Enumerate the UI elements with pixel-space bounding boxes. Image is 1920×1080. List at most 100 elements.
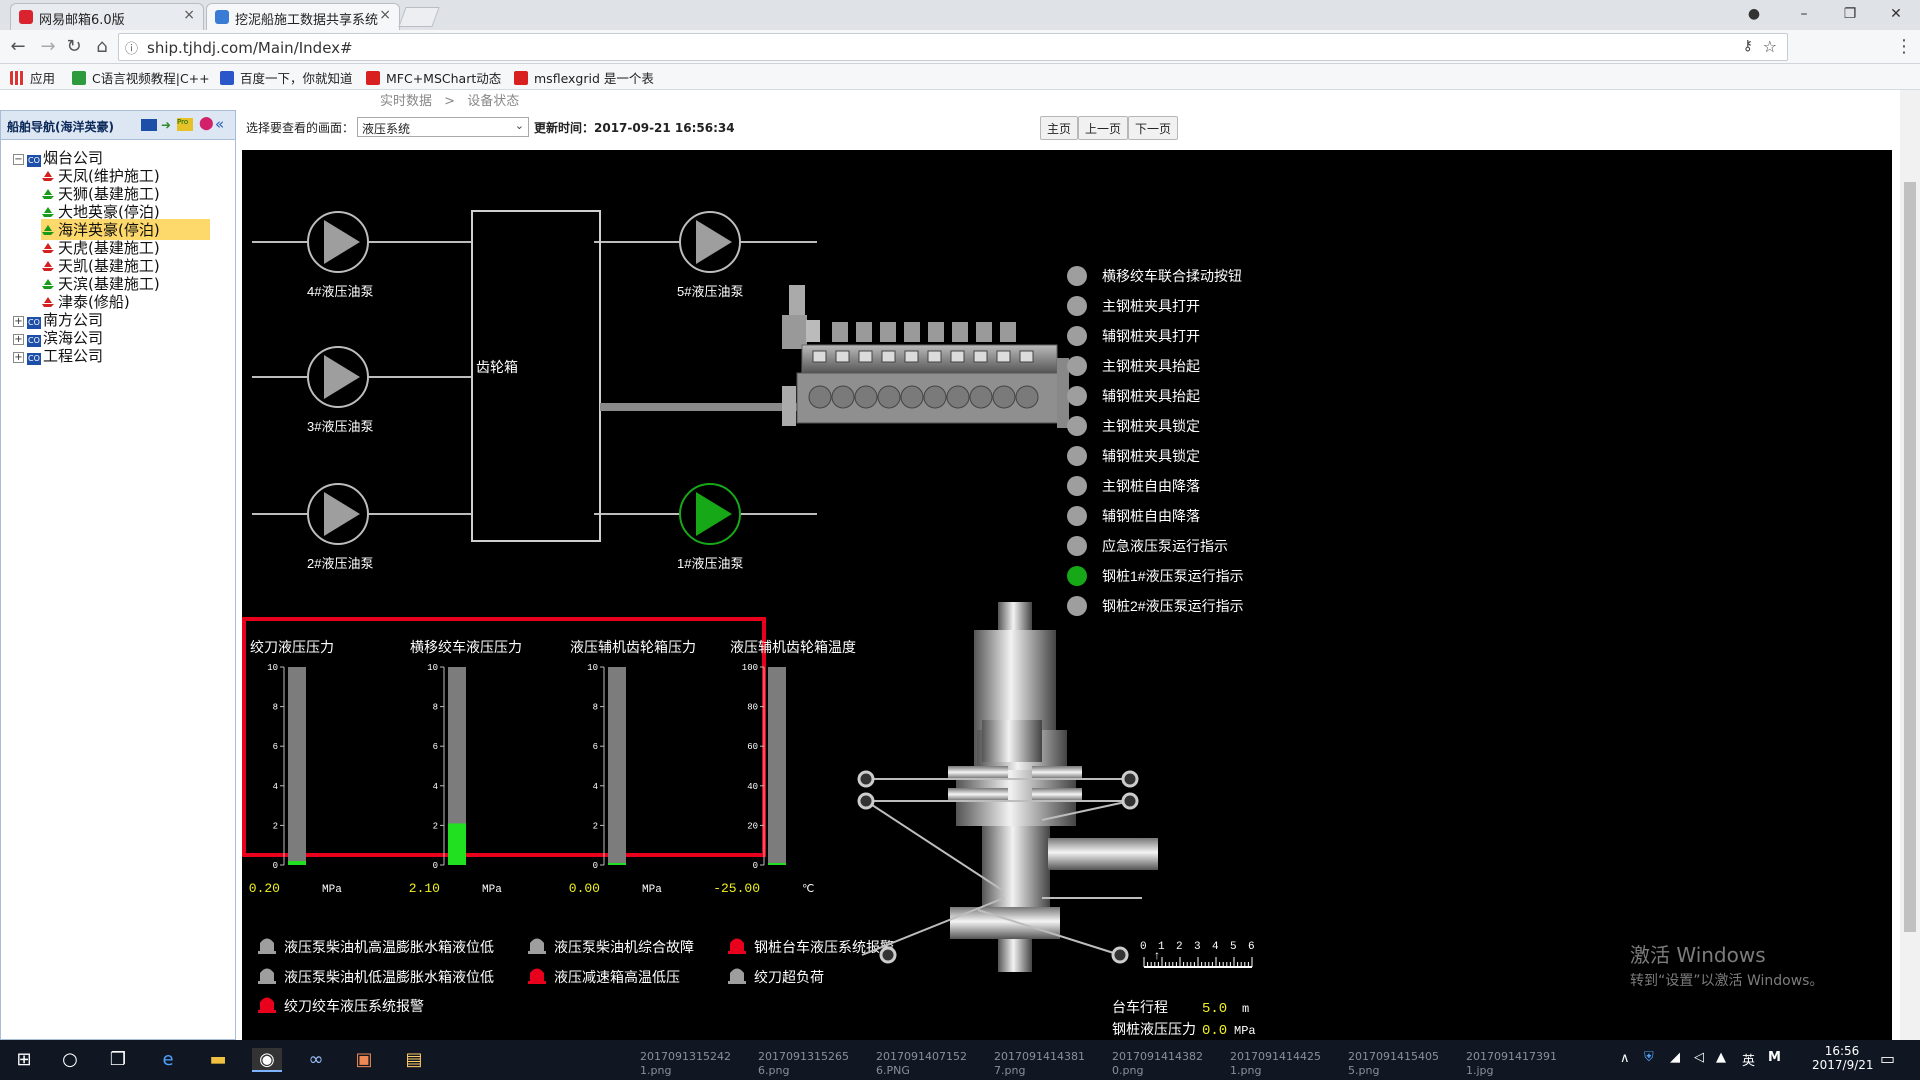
profile-icon[interactable]: ● xyxy=(1734,2,1774,26)
bookmark-msflexgrid[interactable]: msflexgrid 是一个表 xyxy=(514,68,654,87)
back-button[interactable]: ← xyxy=(6,36,30,58)
sidebar-title: 船舶导航(海洋英豪) xyxy=(7,120,114,134)
chrome-icon[interactable]: ◉ xyxy=(252,1048,282,1072)
collapse-icon[interactable]: « xyxy=(215,115,224,133)
gauge-fill xyxy=(448,823,466,865)
reload-button[interactable]: ↻ xyxy=(62,36,86,58)
scrollbar-thumb[interactable] xyxy=(1904,182,1916,932)
search-icon[interactable]: ○ xyxy=(58,1048,82,1072)
travel-value: 5.0 xyxy=(1202,1001,1227,1017)
ime-mode-icon[interactable]: M xyxy=(1768,1050,1781,1065)
restore-button[interactable]: ❐ xyxy=(1830,2,1870,26)
taskbar-file-item[interactable]: 2017091315265 6.png xyxy=(758,1050,849,1078)
close-window-button[interactable]: ✕ xyxy=(1876,2,1916,26)
scale-tick-label: 6 xyxy=(1248,941,1255,953)
key-icon[interactable]: ⚷ xyxy=(1743,38,1753,54)
gauge-tick-label: 2 xyxy=(433,821,438,831)
volume-icon[interactable]: ◁ xyxy=(1694,1050,1704,1065)
screen-select[interactable]: 液压系统 ⌄ xyxy=(357,117,529,137)
gauge-tick-label: 0 xyxy=(593,861,598,871)
taskbar-file-item[interactable]: 2017091414382 0.png xyxy=(1112,1050,1203,1078)
bookmark-apps[interactable]: 应用 xyxy=(10,68,55,87)
pressure-label: 钢桩液压压力 xyxy=(1112,1021,1196,1037)
breadcrumb-separator: > xyxy=(444,94,456,109)
pump-3[interactable]: 2#液压油泵 xyxy=(307,483,373,571)
location-pin-icon[interactable]: ⬤ xyxy=(199,116,214,131)
gauge-tick-label: 80 xyxy=(747,703,758,713)
tray-chevron-icon[interactable]: ∧ xyxy=(1620,1051,1630,1066)
company-icon[interactable] xyxy=(141,119,157,131)
network-icon[interactable]: ◢ xyxy=(1670,1050,1680,1065)
pump-4[interactable]: 5#液压油泵 xyxy=(677,211,743,299)
app-icon[interactable]: ∞ xyxy=(304,1048,328,1072)
indicator-row: 辅钢桩夹具打开 xyxy=(1067,326,1200,346)
select-value: 液压系统 xyxy=(362,122,411,136)
file-explorer-icon[interactable]: ▬ xyxy=(206,1048,230,1072)
start-icon[interactable]: ⊞ xyxy=(12,1048,36,1072)
indicator-lamp xyxy=(1067,446,1087,466)
taskbar-file-item[interactable]: 2017091414381 7.png xyxy=(994,1050,1085,1078)
breadcrumb-item[interactable]: 设备状态 xyxy=(467,94,519,109)
bookmark-star-icon[interactable]: ☆ xyxy=(1763,37,1777,56)
info-icon[interactable]: ⓘ xyxy=(125,38,138,57)
tab-mail[interactable]: 网易邮箱6.0版 × xyxy=(10,3,204,30)
close-icon[interactable]: × xyxy=(379,7,391,23)
app-icon[interactable]: ▣ xyxy=(352,1048,376,1072)
expand-tree-icon[interactable]: + xyxy=(13,352,24,363)
task-view-icon[interactable]: ❐ xyxy=(106,1048,130,1072)
expand-tree-icon[interactable]: + xyxy=(13,334,24,345)
defender-icon[interactable]: ⛨ xyxy=(1644,1050,1654,1065)
alarm-label: 液压减速箱高温低压 xyxy=(554,969,680,985)
tree-node-company[interactable]: + CO 工程公司 xyxy=(13,345,103,366)
home-page-button[interactable]: 主页 xyxy=(1040,116,1079,140)
address-bar[interactable]: ⓘ ship.tjhdj.com/Main/Index# ⚷ ☆ xyxy=(118,33,1788,61)
gauge-title: 液压辅机齿轮箱温度 xyxy=(730,639,856,655)
taskbar-file-item[interactable]: 2017091315242 1.png xyxy=(640,1050,731,1078)
breadcrumb-item[interactable]: 实时数据 xyxy=(380,94,432,109)
alarm-bell-icon xyxy=(260,938,274,952)
indicator-lamp xyxy=(1067,356,1087,376)
prev-page-button[interactable]: 上一页 xyxy=(1078,116,1129,140)
pump-1[interactable]: 4#液压油泵 xyxy=(307,211,373,299)
taskbar-file-item[interactable]: 2017091407152 6.PNG xyxy=(876,1050,967,1078)
minimize-button[interactable]: – xyxy=(1784,2,1824,26)
indicator-label: 辅钢桩夹具锁定 xyxy=(1102,448,1200,464)
next-page-button[interactable]: 下一页 xyxy=(1128,116,1179,140)
notification-icon[interactable]: ▲ xyxy=(1716,1050,1726,1065)
travel-label: 台车行程 xyxy=(1112,999,1168,1015)
pressure-gauge: 液压辅机齿轮箱压力 10 8 6 4 2 0 0.00 MPa xyxy=(569,639,696,896)
bookmark-c-video[interactable]: C语言视频教程|C++ xyxy=(72,68,210,87)
edge-icon[interactable]: e xyxy=(156,1048,180,1072)
pump-2[interactable]: 3#液压油泵 xyxy=(307,346,373,434)
taskbar-file-item[interactable]: 2017091415405 5.png xyxy=(1348,1050,1439,1078)
ime-indicator[interactable]: 英 xyxy=(1742,1050,1755,1069)
alarm-row: 液压泵柴油机低温膨胀水箱液位低 xyxy=(258,968,494,985)
ship-green-icon[interactable]: ➜ xyxy=(161,118,171,132)
taskbar-file-item[interactable]: 2017091414425 1.png xyxy=(1230,1050,1321,1078)
menu-icon[interactable]: ⋮ xyxy=(1892,36,1916,58)
indicator-label: 主钢桩夹具打开 xyxy=(1102,298,1200,314)
gauge-value: 0.20 xyxy=(249,881,280,896)
taskbar-file-item[interactable]: 2017091417391 1.jpg xyxy=(1466,1050,1557,1078)
pump-5[interactable]: 1#液压油泵 xyxy=(677,483,743,571)
gauge-title: 绞刀液压压力 xyxy=(250,639,334,655)
collapse-tree-icon[interactable]: − xyxy=(13,154,24,165)
bookmark-baidu[interactable]: 百度一下，你就知道 xyxy=(220,68,353,87)
new-tab-button[interactable] xyxy=(398,7,440,27)
expand-tree-icon[interactable]: + xyxy=(13,316,24,327)
gauge-tick-label: 60 xyxy=(747,742,758,752)
forward-button[interactable]: → xyxy=(36,36,60,58)
bookmark-mfc[interactable]: MFC+MSChart动态 xyxy=(366,68,501,87)
indicator-label: 辅钢桩夹具抬起 xyxy=(1102,388,1200,404)
alarm-row: 绞刀绞车液压系统报警 xyxy=(258,997,424,1014)
home-button[interactable]: ⌂ xyxy=(90,36,114,58)
gauge-tick-label: 6 xyxy=(593,742,598,752)
close-icon[interactable]: × xyxy=(183,7,195,23)
alarm-bell-base xyxy=(528,981,546,984)
app-icon[interactable]: ▤ xyxy=(402,1048,426,1072)
action-center-icon[interactable]: ▭ xyxy=(1880,1049,1895,1068)
tab-ship-system[interactable]: 挖泥船施工数据共享系统 × xyxy=(206,3,400,30)
pro-icon[interactable]: Pro xyxy=(177,118,193,131)
file-name-line1: 2017091414425 xyxy=(1230,1050,1321,1063)
clock[interactable]: 16:56 2017/9/21 xyxy=(1812,1044,1874,1072)
